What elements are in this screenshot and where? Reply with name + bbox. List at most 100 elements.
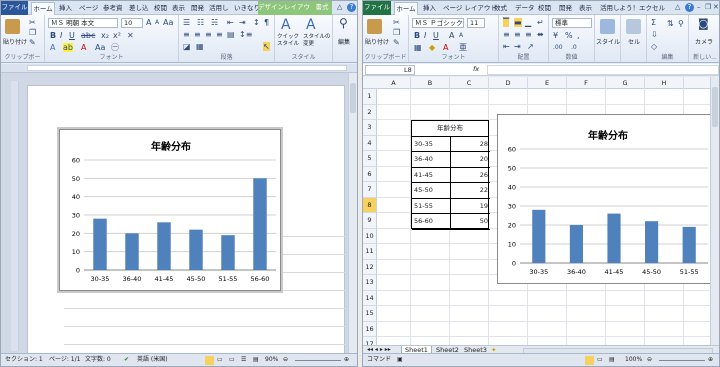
bar-51-55[interactable] xyxy=(682,226,696,263)
tab-page-layout[interactable]: ページ レイアウト xyxy=(443,2,497,15)
bar-41-45[interactable] xyxy=(607,213,621,263)
edit-button[interactable]: 編集 xyxy=(338,37,350,46)
grow-font-icon[interactable]: A xyxy=(449,31,454,40)
table-cell-age[interactable]: 45-50 xyxy=(412,183,451,199)
formula-fx-icon[interactable]: fx xyxy=(473,65,479,73)
grow-font-icon[interactable]: A xyxy=(146,18,151,27)
row-header-11[interactable]: 11 xyxy=(363,244,377,260)
tab-review[interactable]: 校閲 xyxy=(538,2,551,15)
font-color-icon[interactable]: A xyxy=(443,43,448,52)
zoom-level[interactable]: 90% xyxy=(265,354,278,366)
italic-icon[interactable]: I xyxy=(60,31,62,40)
row-header-1[interactable]: 1 xyxy=(363,89,377,105)
distributed-icon[interactable]: ▤ xyxy=(227,30,235,39)
column-header-G[interactable]: G xyxy=(606,77,645,89)
font-size-box[interactable]: 10 xyxy=(121,18,143,28)
bar-36-40[interactable] xyxy=(125,233,139,270)
binoculars-icon[interactable]: ⚲ xyxy=(339,17,348,29)
zoom-out-icon[interactable]: ⊖ xyxy=(283,354,288,366)
align-center-icon[interactable]: ≡ xyxy=(194,30,201,39)
tab-chart-layout[interactable]: レイアウト xyxy=(284,1,317,15)
column-header-B[interactable]: B xyxy=(411,77,450,89)
bar-45-50[interactable] xyxy=(189,229,203,270)
bullets-icon[interactable]: ☰ xyxy=(183,18,190,27)
align-left-icon[interactable]: ≡ xyxy=(183,30,190,39)
print-layout-icon[interactable] xyxy=(205,356,214,365)
comma-icon[interactable]: , xyxy=(577,31,580,40)
tab-katsuyo[interactable]: 活用しよう！エクセル xyxy=(600,2,665,15)
char-shading-icon[interactable]: Aa xyxy=(95,43,105,52)
superscript-icon[interactable]: x² xyxy=(113,31,121,40)
decrease-indent-icon[interactable]: ⇤ xyxy=(503,42,510,51)
enclose-char-icon[interactable]: ㊀ xyxy=(111,43,119,52)
strikethrough-icon[interactable]: abc xyxy=(81,31,95,40)
align-right-icon[interactable]: ≡ xyxy=(525,30,532,39)
row-header-8[interactable]: 8 xyxy=(363,197,377,213)
cut-icon[interactable]: ✂ xyxy=(393,18,400,27)
shrink-font-icon[interactable]: A xyxy=(459,31,463,40)
page-layout-view-icon[interactable]: ▭ xyxy=(597,354,603,366)
row-header-7[interactable]: 7 xyxy=(363,182,377,198)
row-header-9[interactable]: 9 xyxy=(363,213,377,229)
highlight-icon[interactable]: ab xyxy=(63,43,73,52)
percent-icon[interactable]: % xyxy=(565,31,573,40)
align-middle-icon[interactable]: ▬ xyxy=(514,18,522,27)
underline-icon[interactable]: U xyxy=(69,31,75,40)
font-size-box[interactable]: 11 xyxy=(467,18,485,28)
bar-41-45[interactable] xyxy=(157,222,171,270)
bold-icon[interactable]: B xyxy=(50,31,56,40)
quick-style-button[interactable]: クイック スタイル xyxy=(277,34,299,48)
cut-icon[interactable]: ✂ xyxy=(29,18,36,27)
align-top-icon[interactable]: ▔ xyxy=(503,18,510,27)
window-minimize-icon[interactable]: – xyxy=(697,3,701,12)
tab-addin[interactable]: 活用し xyxy=(209,2,229,15)
row-header-4[interactable]: 4 xyxy=(363,135,377,151)
zoom-in-icon[interactable]: ⊕ xyxy=(708,354,713,366)
bold-icon[interactable]: B xyxy=(414,31,420,40)
tab-mailings[interactable]: 差し込 xyxy=(129,2,149,15)
excel-vertical-scrollbar[interactable] xyxy=(710,77,719,345)
vertical-ruler[interactable] xyxy=(11,81,19,351)
column-header-A[interactable]: A xyxy=(377,77,411,89)
bar-45-50[interactable] xyxy=(645,220,659,263)
spreadsheet-grid[interactable]: A B C D E F G H 1 2 3 4 5 6 7 8 9 10 11 12 13 14 15 16 17 年齢分布 30-… xyxy=(363,77,712,345)
bar-30-35[interactable] xyxy=(93,218,107,270)
proofing-icon[interactable]: ✔ xyxy=(124,354,129,366)
tab-page[interactable]: ページ xyxy=(79,2,98,15)
decrease-decimal-icon[interactable]: .0 xyxy=(571,43,577,52)
outline-view-icon[interactable]: ☰ xyxy=(241,354,246,366)
tab-home[interactable]: ホーム xyxy=(31,2,55,15)
orientation-icon[interactable]: ↗ xyxy=(527,42,534,51)
table-cell-count[interactable]: 50 xyxy=(451,214,490,230)
zoom-slider[interactable] xyxy=(295,360,341,361)
column-header-C[interactable]: C xyxy=(450,77,489,89)
row-header-14[interactable]: 14 xyxy=(363,290,377,306)
increase-indent-icon[interactable]: ⇥ xyxy=(239,18,246,27)
fill-color-icon[interactable]: ◆ xyxy=(429,43,435,52)
row-header-13[interactable]: 13 xyxy=(363,275,377,291)
paste-icon[interactable] xyxy=(5,19,20,34)
multilevel-list-icon[interactable]: ☵ xyxy=(211,18,218,27)
align-right-icon[interactable]: ≡ xyxy=(205,30,212,39)
underline-icon[interactable]: U xyxy=(433,31,439,40)
macro-record-icon[interactable]: ▣ xyxy=(397,354,403,366)
borders-icon[interactable]: ▦ xyxy=(196,42,204,51)
row-header-10[interactable]: 10 xyxy=(363,228,377,244)
wrap-text-icon[interactable]: ↵ xyxy=(537,18,544,27)
normal-view-icon[interactable] xyxy=(585,356,594,365)
clear-format-icon[interactable]: ✕ xyxy=(127,31,134,40)
aa-change-case-icon[interactable]: Aa xyxy=(163,18,173,27)
minimize-ribbon-icon[interactable]: △ xyxy=(337,3,342,12)
table-cell-count[interactable]: 26 xyxy=(451,168,490,183)
window-close-icon[interactable]: ✕ xyxy=(713,3,719,12)
tab-data[interactable]: データ xyxy=(515,2,535,15)
table-cell-count[interactable]: 28 xyxy=(451,137,490,152)
numbering-icon[interactable]: ☷ xyxy=(197,18,204,27)
copy-icon[interactable]: ❐ xyxy=(29,28,36,37)
font-name-box[interactable]: ＭＳ 明朝 本文 xyxy=(48,18,118,28)
horizontal-ruler[interactable] xyxy=(1,64,357,73)
shading-icon[interactable]: ◪ xyxy=(183,42,191,51)
tab-developer[interactable]: 開発 xyxy=(191,2,204,15)
formula-input[interactable] xyxy=(487,65,719,75)
tab-file[interactable]: ファイル xyxy=(1,1,28,15)
